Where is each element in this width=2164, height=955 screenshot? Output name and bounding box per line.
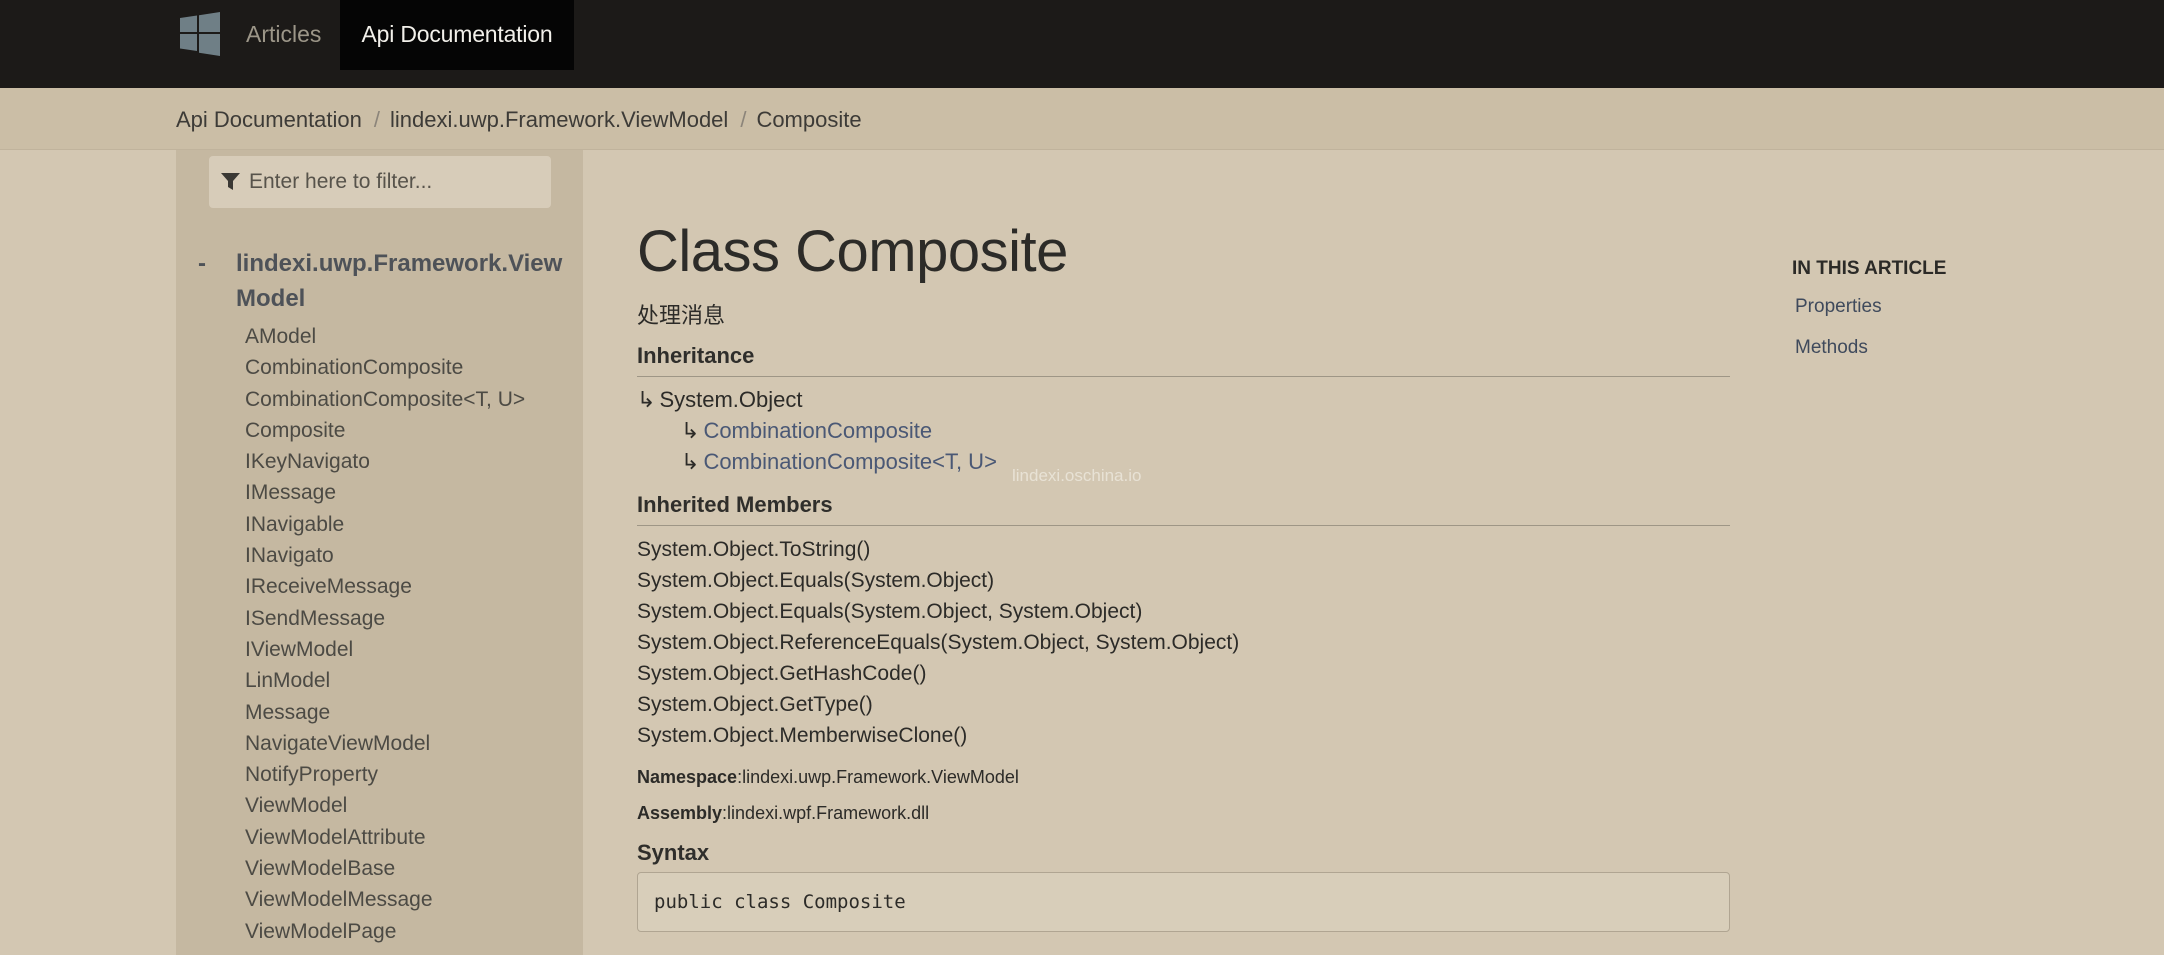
aside-link-properties[interactable]: Properties xyxy=(1795,296,1882,318)
inheritance-system-object: System.Object xyxy=(659,387,803,412)
inheritance-link-combinationcomposite-generic[interactable]: CombinationComposite<T, U> xyxy=(703,449,996,474)
toc-class-list: AModel CombinationComposite CombinationC… xyxy=(245,321,525,947)
filter-box[interactable] xyxy=(209,156,551,208)
syntax-code-block: public class Composite xyxy=(637,872,1730,932)
page-title: Class Composite xyxy=(637,219,1068,284)
top-navbar: Articles Api Documentation xyxy=(0,0,2164,88)
toc-item[interactable]: INavigable xyxy=(245,509,525,540)
assembly-label: Assembly xyxy=(637,803,723,823)
toc-item[interactable]: ViewModelPage xyxy=(245,916,525,947)
toc-item[interactable]: NotifyProperty xyxy=(245,759,525,790)
assembly-value: :lindexi.wpf.Framework.dll xyxy=(722,803,930,823)
toc-item[interactable]: AModel xyxy=(245,321,525,352)
toc-item[interactable]: CombinationComposite xyxy=(245,352,525,383)
inheritance-level-0: ↳ System.Object xyxy=(637,387,802,413)
inheritance-arrow-icon: ↳ xyxy=(681,418,700,443)
toc-namespace-node[interactable]: - lindexi.uwp.Framework.View Model xyxy=(198,246,578,316)
toc-item[interactable]: ViewModelAttribute xyxy=(245,822,525,853)
toc-namespace-label-line2[interactable]: Model xyxy=(236,281,578,316)
breadcrumb-item-composite[interactable]: Composite xyxy=(756,107,861,132)
inherited-member: System.Object.ToString() xyxy=(637,538,871,561)
watermark-text: lindexi.oschina.io xyxy=(1012,466,1142,485)
breadcrumb-item-api-documentation[interactable]: Api Documentation xyxy=(176,107,362,132)
toc-item[interactable]: IReceiveMessage xyxy=(245,571,525,602)
toc-item[interactable]: INavigato xyxy=(245,540,525,571)
nav-articles-link[interactable]: Articles xyxy=(246,0,321,70)
toc-item[interactable]: IMessage xyxy=(245,477,525,508)
in-this-article-title: IN THIS ARTICLE xyxy=(1792,258,1947,279)
filter-icon xyxy=(221,173,240,190)
inheritance-level-2: ↳ CombinationComposite<T, U> xyxy=(681,449,997,475)
breadcrumb-item-namespace[interactable]: lindexi.uwp.Framework.ViewModel xyxy=(390,107,728,132)
nav-api-documentation-link[interactable]: Api Documentation xyxy=(340,0,574,70)
namespace-info: Namespace:lindexi.uwp.Framework.ViewMode… xyxy=(637,767,1019,788)
toc-item[interactable]: CombinationComposite<T, U> xyxy=(245,384,525,415)
inherited-member: System.Object.MemberwiseClone() xyxy=(637,724,968,747)
windows-logo-icon[interactable] xyxy=(178,12,222,56)
inheritance-arrow-icon: ↳ xyxy=(681,449,700,474)
collapse-toggle[interactable]: - xyxy=(198,246,206,281)
toc-item[interactable]: ISendMessage xyxy=(245,603,525,634)
syntax-code: public class Composite xyxy=(654,891,906,913)
toc-item[interactable]: Message xyxy=(245,697,525,728)
namespace-label: Namespace xyxy=(637,767,738,787)
inherited-member: System.Object.Equals(System.Object, Syst… xyxy=(637,600,1143,623)
toc-item[interactable]: ViewModelBase xyxy=(245,853,525,884)
inherited-member: System.Object.Equals(System.Object) xyxy=(637,569,995,592)
inheritance-heading: Inheritance xyxy=(637,343,1730,377)
assembly-info: Assembly:lindexi.wpf.Framework.dll xyxy=(637,803,929,824)
breadcrumb-separator: / xyxy=(373,107,381,132)
inherited-members-heading: Inherited Members xyxy=(637,492,1730,526)
toc-item[interactable]: ViewModel xyxy=(245,790,525,821)
breadcrumb: Api Documentation / lindexi.uwp.Framework.… xyxy=(176,88,862,150)
toc-item[interactable]: IViewModel xyxy=(245,634,525,665)
sidebar-toc: - lindexi.uwp.Framework.View Model AMode… xyxy=(176,150,583,955)
toc-namespace-label-line1[interactable]: lindexi.uwp.Framework.View xyxy=(236,246,578,281)
syntax-heading: Syntax xyxy=(637,840,710,865)
inheritance-arrow-icon: ↳ xyxy=(637,387,656,412)
toc-item[interactable]: IKeyNavigato xyxy=(245,446,525,477)
toc-item[interactable]: ViewModelMessage xyxy=(245,884,525,915)
filter-input[interactable] xyxy=(249,156,539,208)
inherited-member: System.Object.GetType() xyxy=(637,693,873,716)
toc-item[interactable]: NavigateViewModel xyxy=(245,728,525,759)
breadcrumb-bar: Api Documentation / lindexi.uwp.Framework.… xyxy=(0,88,2164,150)
toc-item-active[interactable]: Composite xyxy=(245,415,525,446)
breadcrumb-separator: / xyxy=(740,107,747,132)
inheritance-link-combinationcomposite[interactable]: CombinationComposite xyxy=(703,418,932,443)
inherited-member: System.Object.ReferenceEquals(System.Obj… xyxy=(637,631,1240,654)
namespace-value: :lindexi.uwp.Framework.ViewModel xyxy=(737,767,1019,787)
toc-item[interactable]: LinModel xyxy=(245,665,525,696)
inherited-member: System.Object.GetHashCode() xyxy=(637,662,927,685)
inheritance-level-1: ↳ CombinationComposite xyxy=(681,418,932,444)
class-summary: 处理消息 xyxy=(637,303,726,328)
aside-link-methods[interactable]: Methods xyxy=(1795,337,1868,359)
